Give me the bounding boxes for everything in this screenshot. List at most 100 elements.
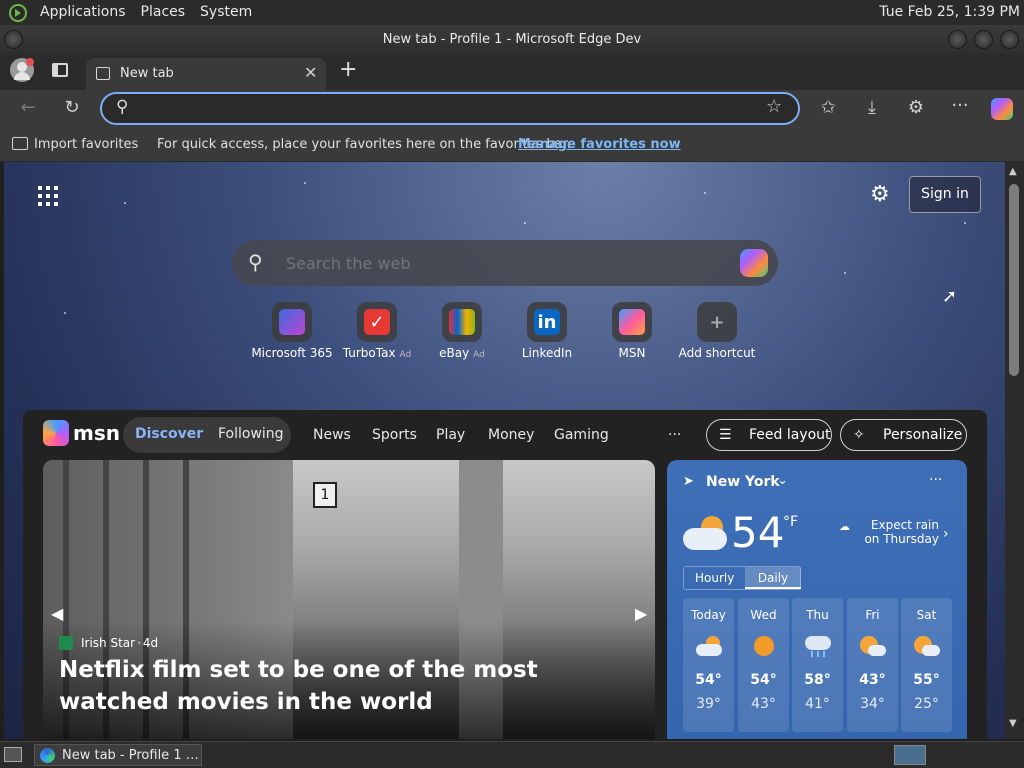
location-chevron-down-icon[interactable]: ⌄ <box>777 473 788 488</box>
forecast-low: 34° <box>860 696 885 712</box>
location-arrow-icon: ➤ <box>683 474 694 489</box>
refresh-icon[interactable]: ↻ <box>58 94 86 122</box>
more-nav-button[interactable]: ··· <box>668 419 681 451</box>
tab-new-tab[interactable]: New tab ✕ <box>86 58 326 90</box>
tab-actions-icon[interactable] <box>52 63 68 77</box>
personalize-star-icon: ✧ <box>853 427 865 443</box>
ad-badge: Ad <box>473 350 485 360</box>
shortcut-label: Add shortcut <box>678 346 756 360</box>
new-tab-plus-icon[interactable]: + <box>339 57 357 82</box>
hero-headline[interactable]: Netflix film set to be one of the most w… <box>59 654 619 718</box>
nav-news[interactable]: News <box>313 419 351 451</box>
nav-sports[interactable]: Sports <box>372 419 417 451</box>
shortcut-label: LinkedIn <box>521 346 573 360</box>
shortcut-add-shortcut[interactable]: + Add shortcut <box>672 302 762 360</box>
address-input[interactable] <box>142 98 742 120</box>
import-favorites-icon <box>12 137 28 150</box>
clock[interactable]: Tue Feb 25, 1:39 PM <box>879 0 1020 25</box>
shortcut-label: MSN <box>618 346 646 360</box>
forecast-low: 39° <box>696 696 721 712</box>
window-menu-icon[interactable] <box>4 30 23 49</box>
newtab-favicon <box>96 67 110 80</box>
web-search-box[interactable]: ⚲ <box>232 240 778 286</box>
shortcut-label: Microsoft 365 <box>251 346 333 360</box>
favorites-bar: Import favorites For quick access, place… <box>0 128 1024 162</box>
forecast-day-fri[interactable]: Fri 43° 34° <box>847 598 898 732</box>
new-tab-page: ⚙ Sign in ⚲ Microsoft 365✓TurboTaxAdeBay… <box>4 162 1005 739</box>
places-menu[interactable]: Places <box>141 0 186 25</box>
shortcut-microsoft-365[interactable]: Microsoft 365 <box>247 302 337 360</box>
downloads-icon[interactable]: ⤓ <box>858 94 886 122</box>
page-settings-gear-icon[interactable]: ⚙ <box>870 182 890 207</box>
weather-location[interactable]: New York <box>706 474 780 490</box>
maximize-icon[interactable] <box>974 30 993 49</box>
shortcut-ebay[interactable]: eBay Ad <box>417 302 507 360</box>
forecast-day-thu[interactable]: Thu 58° 41° <box>792 598 843 732</box>
apps-grid-icon[interactable] <box>38 186 58 206</box>
sign-in-button[interactable]: Sign in <box>909 176 981 213</box>
web-search-input[interactable] <box>286 252 706 274</box>
copilot-search-icon[interactable] <box>740 249 768 277</box>
shortcut-label: eBay <box>439 346 470 360</box>
window-titlebar[interactable]: New tab - Profile 1 - Microsoft Edge Dev <box>0 25 1024 54</box>
carousel-prev-icon[interactable]: ◀ <box>51 604 63 623</box>
forecast-day-label: Wed <box>750 608 777 622</box>
favorites-icon[interactable]: ✩ <box>814 94 842 122</box>
forecast-high: 58° <box>804 672 831 688</box>
weather-card[interactable]: ➤ New York ⌄ ··· 54 °F ☁ Expect rain on … <box>667 460 967 739</box>
show-desktop-icon[interactable] <box>4 747 22 762</box>
nav-gaming[interactable]: Gaming <box>554 419 609 451</box>
shortcut-linkedin[interactable]: in LinkedIn <box>502 302 592 360</box>
gnome-foot-icon[interactable] <box>9 3 27 22</box>
forecast-low: 25° <box>914 696 939 712</box>
tab-discover[interactable]: Discover <box>135 426 203 442</box>
source-logo-icon <box>59 636 73 650</box>
weather-more-icon[interactable]: ··· <box>929 472 942 488</box>
back-arrow-icon[interactable]: ← <box>14 94 42 122</box>
system-menu[interactable]: System <box>200 0 252 25</box>
nav-play[interactable]: Play <box>436 419 465 451</box>
copilot-icon[interactable] <box>991 98 1013 120</box>
forecast-day-today[interactable]: Today 54° 39° <box>683 598 734 732</box>
forecast-day-sat[interactable]: Sat 55° 25° <box>901 598 952 732</box>
hero-news-card[interactable]: 1 ◀ ▶ Irish Star · 4d Netflix film set t… <box>43 460 655 739</box>
scrollbar-thumb[interactable] <box>1009 184 1019 376</box>
minimize-icon[interactable] <box>948 30 967 49</box>
shortcut-turbotax[interactable]: ✓ TurboTax Ad <box>332 302 422 360</box>
scroll-up-icon[interactable]: ▲ <box>1009 166 1017 177</box>
hourly-tab[interactable]: Hourly <box>695 571 734 585</box>
tab-following[interactable]: Following <box>218 426 284 442</box>
import-favorites-button[interactable]: Import favorites <box>34 137 138 152</box>
platform-number-sign: 1 <box>313 482 337 508</box>
close-window-icon[interactable] <box>1000 30 1019 49</box>
msn-logo[interactable]: msn <box>43 420 120 446</box>
manage-favorites-link[interactable]: Manage favorites now <box>518 137 681 152</box>
applications-menu[interactable]: Applications <box>40 0 126 25</box>
forecast-day-wed[interactable]: Wed 54° 43° <box>738 598 789 732</box>
temperature-unit[interactable]: °F <box>783 514 798 530</box>
msn-butterfly-icon <box>43 420 69 446</box>
shortcut-msn[interactable]: MSN <box>587 302 677 360</box>
add-favorite-star-icon[interactable]: ☆ <box>766 96 782 117</box>
close-tab-icon[interactable]: ✕ <box>304 63 317 82</box>
nav-money[interactable]: Money <box>488 419 534 451</box>
extensions-icon[interactable]: ⚙ <box>902 94 930 122</box>
forecast-chevron-right-icon[interactable]: › <box>943 526 949 542</box>
forecast-note[interactable]: Expect rain on Thursday <box>853 518 939 546</box>
carousel-next-icon[interactable]: ▶ <box>635 604 647 623</box>
feed-layout-button[interactable]: ☰ Feed layout <box>706 419 832 451</box>
personalize-button[interactable]: ✧ Personalize <box>840 419 967 451</box>
partly-cloudy-icon <box>683 516 727 550</box>
profile-avatar[interactable] <box>10 58 34 82</box>
address-bar[interactable]: ⚲ ☆ <box>100 92 800 125</box>
turbotax-icon: ✓ <box>357 302 397 342</box>
scroll-down-icon[interactable]: ▼ <box>1009 718 1017 729</box>
workspace-switcher[interactable] <box>894 745 926 765</box>
partly-sunny-icon <box>847 636 898 658</box>
daily-tab[interactable]: Daily <box>745 567 801 589</box>
bottom-taskbar: New tab - Profile 1 -... <box>0 741 1024 768</box>
settings-more-icon[interactable]: ··· <box>946 92 974 120</box>
page-scrollbar[interactable]: ▲ ▼ <box>1005 162 1024 739</box>
forecast-high: 54° <box>750 672 777 688</box>
taskbar-item-edge[interactable]: New tab - Profile 1 -... <box>34 744 202 766</box>
